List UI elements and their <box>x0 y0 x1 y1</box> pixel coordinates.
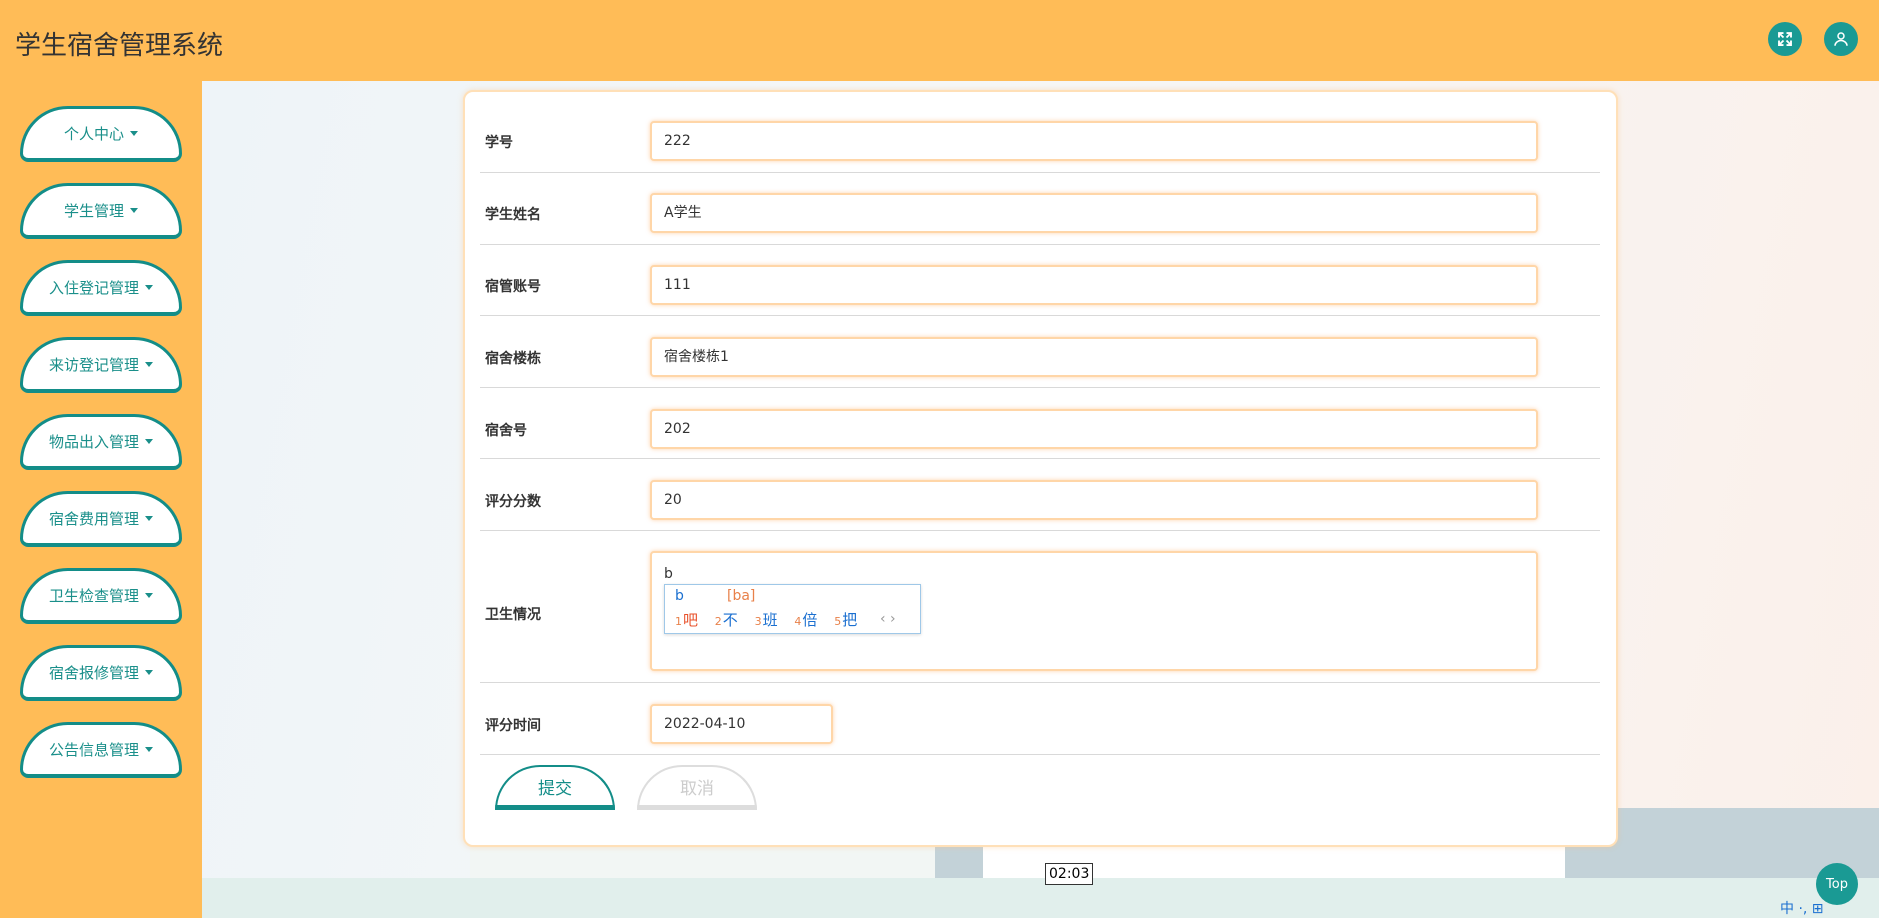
form-row-building: 宿舍楼栋 宿舍楼栋1 <box>480 316 1600 388</box>
sidebar-item-goods-management[interactable]: 物品出入管理 <box>20 414 182 470</box>
form-row-manager-account: 宿管账号 111 <box>480 245 1600 316</box>
sidebar-item-label: 宿舍报修管理 <box>48 664 139 682</box>
sidebar-item-label: 学生管理 <box>63 202 124 220</box>
field-label: 评分分数 <box>485 494 541 510</box>
sidebar-item-label: 物品出入管理 <box>48 433 139 451</box>
form-row-room-number: 宿舍号 202 <box>480 388 1600 459</box>
ime-candidate[interactable]: 5把 <box>834 611 869 629</box>
score-date-input[interactable]: 2022-04-10 <box>650 704 833 744</box>
user-button[interactable] <box>1824 22 1858 56</box>
sidebar-item-visitor-management[interactable]: 来访登记管理 <box>20 337 182 393</box>
ime-pinyin: [ba] <box>727 588 756 604</box>
field-label: 宿管账号 <box>485 279 541 295</box>
sidebar-item-label: 入住登记管理 <box>48 279 139 297</box>
ime-page-arrows[interactable]: ‹ › <box>880 611 896 627</box>
ime-composition: b <box>675 588 684 604</box>
caret-down-icon <box>145 285 153 290</box>
ime-candidate-popup: b [ba] 1吧 2不 3班 4倍 5把 ‹ › <box>664 584 921 634</box>
sidebar-item-student-management[interactable]: 学生管理 <box>20 183 182 239</box>
field-label: 卫生情况 <box>485 607 541 623</box>
expand-icon <box>1778 32 1792 46</box>
manager-account-input[interactable]: 111 <box>650 265 1538 305</box>
caret-down-icon <box>145 516 153 521</box>
building-input[interactable]: 宿舍楼栋1 <box>650 337 1538 377</box>
top-header: 学生宿舍管理系统 <box>0 0 1879 81</box>
score-input[interactable]: 20 <box>650 480 1538 520</box>
caret-down-icon <box>145 747 153 752</box>
caret-down-icon <box>145 439 153 444</box>
form-row-student-id: 学号 222 <box>480 102 1600 173</box>
app-title: 学生宿舍管理系统 <box>15 31 224 61</box>
caret-down-icon <box>145 670 153 675</box>
sidebar-item-repair-management[interactable]: 宿舍报修管理 <box>20 645 182 701</box>
sidebar-item-notice-management[interactable]: 公告信息管理 <box>20 722 182 778</box>
sidebar-item-label: 宿舍费用管理 <box>48 510 139 528</box>
ime-candidate[interactable]: 1吧 <box>675 611 710 629</box>
sidebar-item-label: 来访登记管理 <box>48 356 139 374</box>
form-row-hygiene: 卫生情况 b <box>480 531 1600 683</box>
ime-tray-indicator[interactable]: 中 ·, ⊞ <box>1780 898 1879 918</box>
ime-candidate[interactable]: 3班 <box>755 611 790 629</box>
sidebar: 个人中心 学生管理 入住登记管理 来访登记管理 物品出入管理 宿舍费用管理 卫生… <box>0 81 202 918</box>
sidebar-item-personal-center[interactable]: 个人中心 <box>20 106 182 162</box>
caret-down-icon <box>130 131 138 136</box>
field-label: 宿舍号 <box>485 423 527 439</box>
form-row-score-time: 评分时间 2022-04-10 <box>480 683 1600 755</box>
footer-band <box>202 878 1879 918</box>
timer-badge: 02:03 <box>1045 863 1094 885</box>
field-label: 学号 <box>485 135 513 151</box>
student-name-input[interactable]: A学生 <box>650 193 1538 233</box>
user-icon <box>1834 32 1848 46</box>
caret-down-icon <box>130 208 138 213</box>
caret-down-icon <box>145 593 153 598</box>
form-row-student-name: 学生姓名 A学生 <box>480 173 1600 245</box>
field-label: 评分时间 <box>485 718 541 734</box>
ime-candidate[interactable]: 2不 <box>715 611 750 629</box>
field-label: 学生姓名 <box>485 207 541 223</box>
sidebar-item-fee-management[interactable]: 宿舍费用管理 <box>20 491 182 547</box>
field-label: 宿舍楼栋 <box>485 351 541 367</box>
room-number-input[interactable]: 202 <box>650 409 1538 449</box>
ime-candidate-list: 1吧 2不 3班 4倍 5把 <box>675 609 869 630</box>
sidebar-item-checkin-management[interactable]: 入住登记管理 <box>20 260 182 316</box>
ime-candidate[interactable]: 4倍 <box>794 611 829 629</box>
sidebar-item-label: 卫生检查管理 <box>48 587 139 605</box>
caret-down-icon <box>145 362 153 367</box>
sidebar-item-label: 个人中心 <box>63 125 124 143</box>
form-row-score: 评分分数 20 <box>480 459 1600 531</box>
student-id-input[interactable]: 222 <box>650 121 1538 161</box>
sidebar-item-label: 公告信息管理 <box>48 741 139 759</box>
sidebar-item-hygiene-management[interactable]: 卫生检查管理 <box>20 568 182 624</box>
fullscreen-button[interactable] <box>1768 22 1802 56</box>
